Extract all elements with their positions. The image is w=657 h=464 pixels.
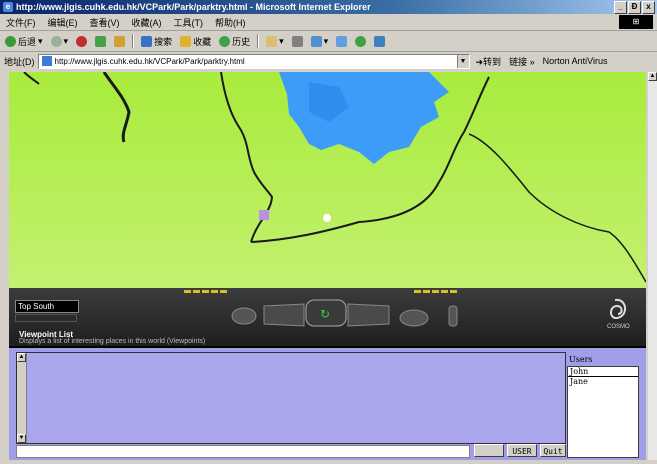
tilt-button[interactable]	[347, 303, 390, 327]
menu-bar: 文件(F) 编辑(E) 查看(V) 收藏(A) 工具(T) 帮助(H) ⊞	[0, 14, 657, 31]
menu-help[interactable]: 帮助(H)	[209, 16, 252, 29]
walk-icon: ↻	[320, 307, 330, 321]
toolbar-separator	[132, 34, 135, 48]
print-icon	[291, 35, 303, 47]
research-button[interactable]	[371, 33, 388, 49]
close-button[interactable]: x	[642, 1, 655, 14]
address-url: http://www.jlgis.cuhk.edu.hk/VCPark/Park…	[54, 56, 245, 66]
address-input[interactable]: http://www.jlgis.cuhk.edu.hk/VCPark/Park…	[37, 53, 470, 69]
stop-button[interactable]	[73, 33, 90, 49]
minimize-button[interactable]: _	[614, 1, 627, 14]
favorites-label: 收藏	[193, 36, 212, 47]
previous-viewpoint-button[interactable]	[231, 307, 257, 325]
page-icon	[41, 56, 52, 66]
page-content: Top South Viewpoint List Displays a list…	[9, 72, 646, 460]
links-button[interactable]: 链接 »	[509, 55, 535, 68]
chat-input[interactable]	[16, 445, 470, 458]
go-label: 转到	[483, 56, 502, 67]
toolbar: 后退 ▾ ▾ 搜索 收藏 历史 ▾ ▾	[0, 31, 657, 52]
history-label: 历史	[232, 36, 251, 47]
avatar-marker[interactable]	[259, 210, 269, 220]
scroll-down-icon[interactable]: ▼	[17, 434, 26, 443]
menu-file[interactable]: 文件(F)	[0, 16, 42, 29]
chat-log[interactable]: ▲ ▼	[16, 352, 566, 444]
favorites-button[interactable]: 收藏	[177, 33, 214, 49]
windows-logo-icon: ⊞	[619, 15, 653, 29]
menu-tools[interactable]: 工具(T)	[168, 16, 210, 29]
maximize-button[interactable]: Ɖ	[628, 1, 641, 14]
back-arrow-icon	[5, 35, 16, 47]
indicator-lights-right	[414, 290, 457, 293]
navigation-cluster: ↻	[231, 299, 458, 327]
scroll-up-icon[interactable]: ▲	[17, 353, 26, 362]
messenger-button[interactable]	[352, 33, 369, 49]
discuss-icon	[336, 35, 348, 47]
edit-button[interactable]: ▾	[308, 33, 332, 49]
menu-favorites[interactable]: 收藏(A)	[126, 16, 168, 29]
users-label: Users	[569, 355, 593, 364]
scroll-up-icon[interactable]: ▲	[648, 72, 657, 81]
home-button[interactable]	[111, 33, 128, 49]
edit-icon	[310, 35, 322, 47]
next-viewpoint-button[interactable]	[399, 309, 429, 327]
disabled-button	[474, 444, 504, 457]
window-controls: _ Ɖ x	[614, 1, 655, 14]
discuss-button[interactable]	[333, 33, 350, 49]
search-icon	[141, 35, 153, 47]
ie-icon: e	[3, 2, 13, 12]
mail-icon	[266, 35, 278, 47]
research-icon	[374, 35, 386, 47]
print-button[interactable]	[289, 33, 306, 49]
page-scrollbar[interactable]: ▲	[648, 72, 657, 460]
menu-view[interactable]: 查看(V)	[84, 16, 126, 29]
window-title: http://www.jlgis.cuhk.edu.hk/VCPark/Park…	[16, 2, 371, 12]
mail-button[interactable]: ▾	[263, 33, 287, 49]
home-icon	[114, 35, 126, 47]
viewpoint-marker[interactable]	[323, 214, 331, 222]
history-button[interactable]: 历史	[216, 33, 253, 49]
search-button[interactable]: 搜索	[138, 33, 175, 49]
cosmo-brand: COSMO	[607, 324, 630, 330]
address-label: 地址(D)	[4, 56, 35, 67]
viewpoint-list-description: Displays a list of interesting places in…	[19, 338, 206, 345]
forward-button[interactable]: ▾	[48, 33, 72, 49]
quit-button[interactable]: Quit	[540, 444, 566, 457]
favorites-icon	[180, 35, 192, 47]
pan-button[interactable]	[263, 303, 305, 327]
chat-panel: ▲ ▼ USER Quit Users John Jane	[9, 348, 646, 460]
vrml-3d-scene[interactable]	[9, 72, 646, 288]
back-button[interactable]: 后退 ▾	[2, 33, 46, 49]
back-label: 后退	[18, 36, 37, 47]
messenger-icon	[355, 35, 367, 47]
stop-icon	[76, 35, 88, 47]
refresh-icon	[95, 35, 107, 47]
user-item[interactable]: Jane	[568, 377, 638, 386]
menu-edit[interactable]: 编辑(E)	[42, 16, 84, 29]
address-dropdown-icon[interactable]: ▼	[456, 54, 469, 68]
seek-button[interactable]	[448, 305, 458, 327]
indicator-lights-left	[184, 290, 227, 293]
title-bar: e http://www.jlgis.cuhk.edu.hk/VCPark/Pa…	[0, 0, 657, 14]
chat-scrollbar[interactable]: ▲ ▼	[17, 353, 27, 443]
users-list[interactable]: John Jane	[567, 366, 639, 458]
address-bar: 地址(D) http://www.jlgis.cuhk.edu.hk/VCPar…	[0, 52, 657, 70]
forward-arrow-icon	[50, 35, 62, 47]
toolbar-separator	[257, 34, 260, 48]
cosmo-logo	[610, 298, 626, 319]
user-button[interactable]: USER	[507, 444, 537, 457]
search-label: 搜索	[154, 36, 173, 47]
viewpoint-selector[interactable]: Top South	[15, 300, 79, 313]
cosmo-player-controls: Top South Viewpoint List Displays a list…	[9, 288, 646, 346]
go-button[interactable]: ➜转到	[476, 55, 502, 68]
refresh-button[interactable]	[92, 33, 109, 49]
norton-antivirus-button[interactable]: Norton AntiVirus	[543, 56, 608, 66]
viewpoint-dropdown[interactable]	[15, 314, 77, 322]
user-item[interactable]: John	[568, 367, 638, 377]
history-icon	[219, 35, 231, 47]
